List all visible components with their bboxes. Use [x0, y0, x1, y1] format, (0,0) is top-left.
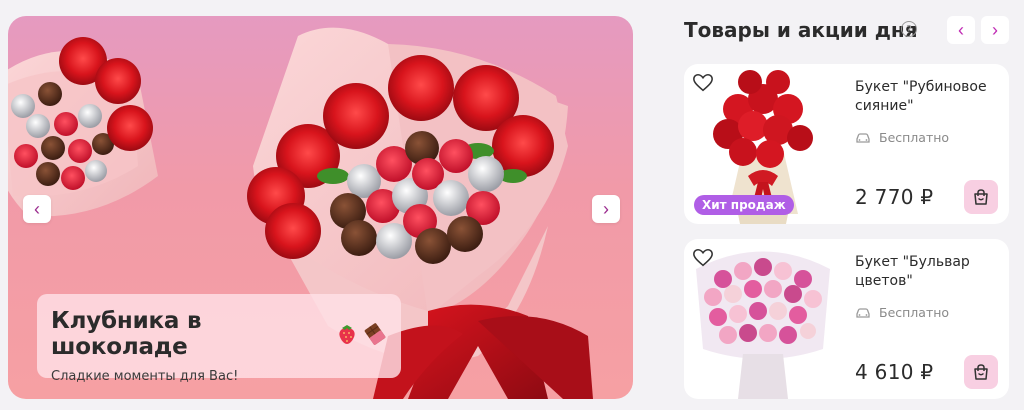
chevron-right-icon: ›: [992, 19, 998, 40]
product-price: 4 610 ₽: [855, 360, 934, 384]
banner-subtitle: Сладкие моменты для Вас!: [51, 369, 239, 384]
heart-icon[interactable]: [692, 247, 714, 269]
section-prev-button[interactable]: ‹: [947, 16, 975, 44]
product-price: 2 770 ₽: [855, 185, 934, 209]
chevron-right-icon: ›: [603, 199, 609, 219]
add-to-cart-button[interactable]: [964, 355, 998, 389]
shopping-bag-icon: [974, 189, 988, 205]
car-icon: [856, 132, 870, 143]
delivery-label: Бесплатно: [879, 130, 950, 145]
heart-icon[interactable]: [692, 72, 714, 94]
banner-next-button[interactable]: ›: [592, 195, 620, 223]
banner-prev-button[interactable]: ‹: [23, 195, 51, 223]
section-next-button[interactable]: ›: [981, 16, 1009, 44]
product-name[interactable]: Букет "Рубиновое сияние": [855, 78, 995, 116]
section-title: Товары и акции дня: [684, 18, 918, 42]
add-to-cart-button[interactable]: [964, 180, 998, 214]
info-icon[interactable]: ?: [901, 21, 917, 37]
left-bouquet: [8, 37, 158, 217]
delivery-info: Бесплатно: [855, 130, 949, 145]
delivery-info: Бесплатно: [855, 305, 949, 320]
shopping-bag-icon: [974, 364, 988, 380]
chevron-left-icon: ‹: [958, 19, 964, 40]
product-card[interactable]: Букет "Бульвар цветов" Бесплатно 4 610 ₽: [684, 239, 1009, 399]
hit-badge: Хит продаж: [694, 195, 794, 215]
banner-title: Клубника в шоколаде: [51, 308, 202, 360]
banner-caption: Клубника в шоколаде Сладкие моменты для …: [37, 294, 401, 384]
chocolate-icon: [364, 323, 386, 345]
product-name[interactable]: Букет "Бульвар цветов": [855, 253, 995, 291]
delivery-label: Бесплатно: [879, 305, 950, 320]
strawberry-icon: [339, 325, 355, 344]
chevron-left-icon: ‹: [34, 199, 40, 219]
product-card[interactable]: Хит продаж Букет "Рубиновое сияние" Бесп…: [684, 64, 1009, 224]
banner-emoji: [337, 322, 387, 346]
car-icon: [856, 307, 870, 318]
promo-banner[interactable]: ‹ › Клубника в шоколаде Сладкие моменты …: [8, 16, 633, 399]
